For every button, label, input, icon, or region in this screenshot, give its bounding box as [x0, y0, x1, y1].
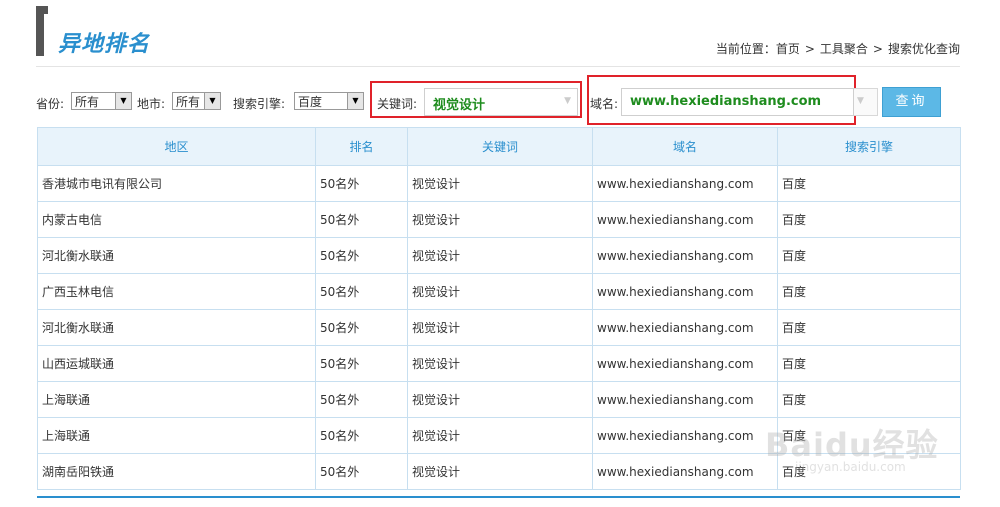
province-select-value: 所有 [75, 95, 100, 109]
breadcrumb: 当前位置：首页 > 工具聚合 > 搜索优化查询 [716, 40, 960, 57]
cell-keyword: 视觉设计 [407, 165, 593, 202]
cell-rank: 50名外 [315, 201, 408, 238]
column-header-domain: 域名 [592, 127, 778, 166]
cell-region: 河北衡水联通 [37, 309, 316, 346]
engine-label: 搜索引擎: [233, 97, 286, 111]
cell-region: 内蒙古电信 [37, 201, 316, 238]
table-row: 河北衡水联通 50名外 视觉设计 www.hexiedianshang.com … [37, 309, 961, 346]
chevron-down-icon: ▼ [857, 96, 864, 106]
cell-keyword: 视觉设计 [407, 417, 593, 454]
cell-engine: 百度 [777, 165, 961, 202]
cell-engine: 百度 [777, 345, 961, 382]
cell-region: 上海联通 [37, 417, 316, 454]
table-row: 内蒙古电信 50名外 视觉设计 www.hexiedianshang.com 百… [37, 201, 961, 238]
cell-rank: 50名外 [315, 381, 408, 418]
engine-select-value: 百度 [298, 95, 323, 109]
city-select[interactable]: 所有 ▼ [172, 92, 221, 110]
breadcrumb-current: 搜索优化查询 [887, 42, 960, 56]
cell-keyword: 视觉设计 [407, 201, 593, 238]
domain-input-value: www.hexiedianshang.com [630, 94, 822, 109]
cell-domain: www.hexiedianshang.com [592, 273, 778, 310]
breadcrumb-prefix: 当前位置： [715, 42, 776, 56]
breadcrumb-separator: > [804, 42, 815, 56]
baidu-watermark: Baidu经验 jingyan.baidu.com [755, 400, 955, 490]
cell-domain: www.hexiedianshang.com [592, 309, 778, 346]
chevron-down-icon: ▼ [115, 93, 131, 109]
city-select-value: 所有 [176, 95, 201, 109]
cell-rank: 50名外 [315, 273, 408, 310]
cell-keyword: 视觉设计 [407, 381, 593, 418]
city-label: 地市: [137, 97, 166, 111]
cell-rank: 50名外 [315, 237, 408, 274]
engine-select[interactable]: 百度 ▼ [294, 92, 364, 110]
cell-keyword: 视觉设计 [407, 309, 593, 346]
cell-engine: 百度 [777, 201, 961, 238]
cell-domain: www.hexiedianshang.com [592, 417, 778, 454]
query-button[interactable]: 查询 [882, 87, 941, 117]
keyword-input[interactable]: 视觉设计 ▼ [424, 88, 578, 116]
cell-engine: 百度 [777, 309, 961, 346]
breadcrumb-tools-link[interactable]: 工具聚合 [820, 42, 868, 56]
cell-keyword: 视觉设计 [407, 237, 593, 274]
title-bar: 异地排名 当前位置：首页 > 工具聚合 > 搜索优化查询 [36, 6, 960, 67]
keyword-label: 关键词: [377, 97, 418, 111]
title-marker-decoration [36, 6, 48, 56]
cell-region: 河北衡水联通 [37, 237, 316, 274]
cell-domain: www.hexiedianshang.com [592, 165, 778, 202]
chevron-down-icon: ▼ [347, 93, 363, 109]
cell-domain: www.hexiedianshang.com [592, 237, 778, 274]
cell-region: 上海联通 [37, 381, 316, 418]
breadcrumb-home-link[interactable]: 首页 [776, 42, 800, 56]
watermark-url: jingyan.baidu.com [795, 460, 906, 474]
cell-engine: 百度 [777, 273, 961, 310]
keyword-input-value: 视觉设计 [433, 98, 486, 113]
province-label: 省份: [36, 97, 65, 111]
cell-rank: 50名外 [315, 453, 408, 490]
breadcrumb-separator: > [872, 42, 883, 56]
cell-region: 山西运城联通 [37, 345, 316, 382]
table-row: 广西玉林电信 50名外 视觉设计 www.hexiedianshang.com … [37, 273, 961, 310]
column-header-region: 地区 [37, 127, 316, 166]
cell-domain: www.hexiedianshang.com [592, 453, 778, 490]
column-header-keyword: 关键词 [407, 127, 593, 166]
table-row: 香港城市电讯有限公司 50名外 视觉设计 www.hexiedianshang.… [37, 165, 961, 202]
domain-label: 域名: [590, 97, 619, 111]
cell-rank: 50名外 [315, 345, 408, 382]
province-select[interactable]: 所有 ▼ [71, 92, 132, 110]
cell-domain: www.hexiedianshang.com [592, 381, 778, 418]
page-title: 异地排名 [58, 32, 151, 57]
table-header-row: 地区 排名 关键词 域名 搜索引擎 [37, 127, 961, 166]
cell-region: 广西玉林电信 [37, 273, 316, 310]
cell-domain: www.hexiedianshang.com [592, 201, 778, 238]
cell-rank: 50名外 [315, 165, 408, 202]
cell-region: 湖南岳阳铁通 [37, 453, 316, 490]
table-row: 河北衡水联通 50名外 视觉设计 www.hexiedianshang.com … [37, 237, 961, 274]
table-row: 山西运城联通 50名外 视觉设计 www.hexiedianshang.com … [37, 345, 961, 382]
domain-input[interactable]: www.hexiedianshang.com [621, 88, 854, 116]
chevron-down-icon: ▼ [204, 93, 220, 109]
column-header-rank: 排名 [315, 127, 408, 166]
cell-domain: www.hexiedianshang.com [592, 345, 778, 382]
cell-keyword: 视觉设计 [407, 345, 593, 382]
domain-dropdown-toggle[interactable]: ▼ [854, 88, 878, 116]
cell-rank: 50名外 [315, 417, 408, 454]
cell-keyword: 视觉设计 [407, 273, 593, 310]
cell-rank: 50名外 [315, 309, 408, 346]
cell-keyword: 视觉设计 [407, 453, 593, 490]
cell-engine: 百度 [777, 237, 961, 274]
cell-region: 香港城市电讯有限公司 [37, 165, 316, 202]
chevron-down-icon[interactable]: ▼ [564, 96, 571, 106]
column-header-engine: 搜索引擎 [777, 127, 961, 166]
bottom-divider [37, 496, 960, 498]
